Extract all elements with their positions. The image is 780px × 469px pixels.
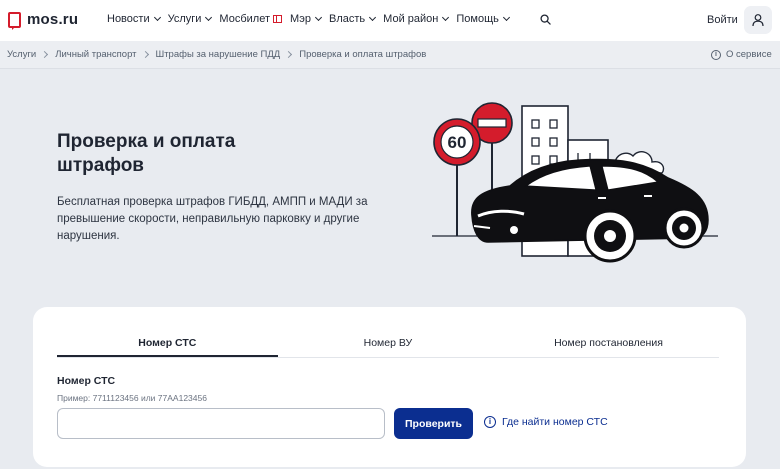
main-nav: Новости Услуги Мосбилет Мэр Власть Мой р… <box>107 13 517 25</box>
breadcrumb: Услуги Личный транспорт Штрафы за наруше… <box>0 41 780 69</box>
search-type-tabs: Номер СТС Номер ВУ Номер постановления <box>57 334 719 358</box>
nav-item-my-district[interactable]: Мой район <box>383 13 450 25</box>
site-logo[interactable]: mos.ru <box>8 11 79 30</box>
car-illustration: 60 <box>432 102 718 263</box>
user-icon <box>752 14 764 27</box>
where-find-sts-link[interactable]: i Где найти номер СТС <box>484 416 608 428</box>
nav-label: Мой район <box>383 13 439 25</box>
fines-check-card: Номер СТС Номер ВУ Номер постановления Н… <box>33 307 746 467</box>
nav-label: Мосбилет <box>219 13 270 25</box>
nav-item-mosbilet[interactable]: Мосбилет <box>219 13 282 25</box>
chevron-down-icon <box>502 13 510 22</box>
chevron-down-icon <box>442 13 450 22</box>
nav-label: Власть <box>329 13 366 25</box>
top-header: mos.ru Новости Услуги Мосбилет Мэр Власт… <box>0 0 780 41</box>
about-label: О сервисе <box>726 49 772 60</box>
breadcrumb-item[interactable]: Услуги <box>7 49 36 60</box>
search-icon[interactable] <box>540 14 551 25</box>
nav-label: Мэр <box>289 13 312 25</box>
check-button[interactable]: Проверить <box>394 408 473 439</box>
logo-icon <box>8 11 21 30</box>
tab-sts-number[interactable]: Номер СТС <box>57 334 278 357</box>
nav-label: Новости <box>107 13 150 25</box>
nav-label: Услуги <box>167 13 202 25</box>
chevron-right-icon <box>285 50 293 59</box>
breadcrumb-list: Услуги Личный транспорт Штрафы за наруше… <box>7 49 426 60</box>
nav-label: Помощь <box>456 13 499 25</box>
page-title: Проверка и оплата штрафов <box>57 131 236 176</box>
where-find-sts-label: Где найти номер СТС <box>502 416 608 428</box>
page-description: Бесплатная проверка штрафов ГИБДД, АМПП … <box>57 196 368 242</box>
nav-item-help[interactable]: Помощь <box>456 13 510 25</box>
tab-ruling-number[interactable]: Номер постановления <box>498 334 719 357</box>
breadcrumb-item[interactable]: Штрафы за нарушение ПДД <box>156 49 281 60</box>
breadcrumb-item[interactable]: Личный транспорт <box>55 49 136 60</box>
info-icon: i <box>484 416 496 428</box>
chevron-down-icon <box>369 13 377 22</box>
speed-limit-value: 60 <box>448 133 467 152</box>
chevron-down-icon <box>153 13 161 22</box>
tab-license-number[interactable]: Номер ВУ <box>278 334 499 357</box>
chevron-down-icon <box>314 13 323 22</box>
info-icon: i <box>711 49 721 60</box>
car-icon <box>471 158 709 263</box>
logo-text: mos.ru <box>27 11 79 28</box>
nav-item-news[interactable]: Новости <box>107 13 161 25</box>
nav-item-services[interactable]: Услуги <box>167 13 213 25</box>
nav-item-government[interactable]: Власть <box>329 13 377 25</box>
chevron-right-icon <box>41 50 49 59</box>
book-icon <box>272 15 282 23</box>
nav-item-mayor[interactable]: Мэр <box>289 13 323 25</box>
user-menu-button[interactable] <box>744 6 772 34</box>
sts-field-hint: Пример: 7711123456 или 77АА123456 <box>57 393 207 403</box>
chevron-right-icon <box>141 50 149 59</box>
about-service-link[interactable]: i О сервисе <box>711 49 772 60</box>
sts-number-input[interactable] <box>57 408 385 439</box>
chevron-down-icon <box>205 13 213 22</box>
sts-field-label: Номер СТС <box>57 375 116 387</box>
breadcrumb-current: Проверка и оплата штрафов <box>299 49 427 60</box>
login-link[interactable]: Войти <box>707 14 738 26</box>
